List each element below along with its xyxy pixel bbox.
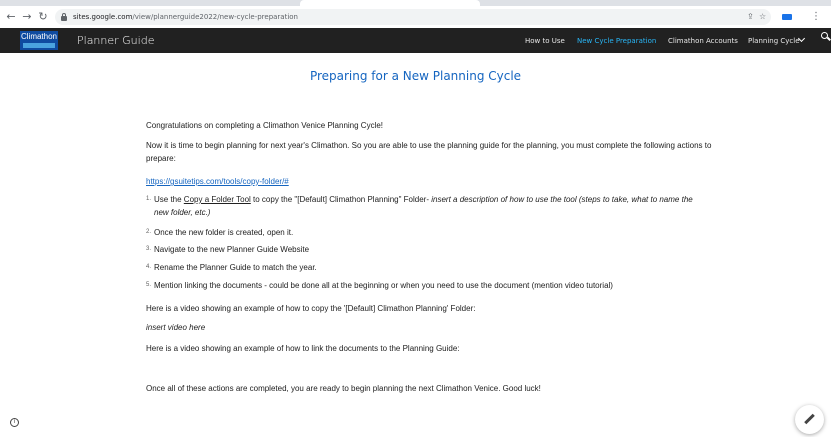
pencil-icon bbox=[804, 413, 815, 425]
paragraph-video-link: Here is a video showing an example of ho… bbox=[146, 344, 460, 353]
info-icon[interactable]: i bbox=[10, 418, 19, 427]
list-item: 1. Use the Copy a Folder Tool to copy th… bbox=[146, 193, 706, 219]
list-text: Mention linking the documents - could be… bbox=[154, 281, 613, 290]
list-text-post: to copy the "[Default] Climathon Plannin… bbox=[250, 195, 432, 204]
logo-text: Climathon bbox=[20, 32, 57, 41]
list-text: Use the Copy a Folder Tool to copy the "… bbox=[154, 193, 706, 219]
list-text-pre: Use the bbox=[154, 195, 184, 204]
logo-strip bbox=[23, 43, 55, 48]
copy-folder-link[interactable]: https://gsuitetips.com/tools/copy-folder… bbox=[146, 177, 289, 186]
paragraph-congrats: Congratulations on completing a Climatho… bbox=[146, 121, 384, 130]
list-text: Rename the Planner Guide to match the ye… bbox=[154, 263, 317, 272]
edit-button[interactable] bbox=[795, 405, 824, 434]
forward-icon[interactable]: → bbox=[20, 9, 34, 25]
page-title: Preparing for a New Planning Cycle bbox=[309, 69, 522, 83]
nav-new-cycle-preparation[interactable]: New Cycle Preparation bbox=[577, 36, 656, 46]
back-icon[interactable]: ← bbox=[4, 9, 18, 25]
site-header: Climathon Planner Guide How to Use New C… bbox=[0, 28, 831, 53]
paragraph-video-copy: Here is a video showing an example of ho… bbox=[146, 304, 476, 313]
paragraph-intro: Now it is time to begin planning for nex… bbox=[146, 141, 712, 163]
paragraph-closing: Once all of these actions are completed,… bbox=[146, 384, 541, 393]
list-text: Once the new folder is created, open it. bbox=[154, 228, 294, 237]
paragraph-link: https://gsuitetips.com/tools/copy-folder… bbox=[146, 175, 716, 188]
url-path: /view/plannerguide2022/new-cycle-prepara… bbox=[132, 13, 298, 21]
url-text[interactable]: sites.google.com/view/plannerguide2022/n… bbox=[73, 11, 298, 23]
extension-icon[interactable] bbox=[782, 14, 792, 20]
share-icon[interactable]: ⇪ bbox=[747, 11, 754, 23]
search-icon[interactable] bbox=[821, 32, 831, 41]
site-logo[interactable]: Climathon bbox=[20, 31, 58, 50]
toolbar: ← → ↻ sites.google.com/view/plannerguide… bbox=[0, 6, 831, 28]
address-bar[interactable]: sites.google.com/view/plannerguide2022/n… bbox=[55, 9, 771, 25]
star-icon[interactable]: ☆ bbox=[759, 11, 766, 23]
copy-folder-tool-link[interactable]: Copy a Folder Tool bbox=[184, 195, 251, 204]
nav-planning-cycle[interactable]: Planning Cycle bbox=[748, 36, 800, 46]
lock-icon bbox=[61, 13, 67, 21]
browser-toolbar: ← → ↻ sites.google.com/view/plannerguide… bbox=[0, 0, 831, 28]
more-menu-icon[interactable]: ⋮ bbox=[804, 9, 828, 25]
nav-climathon-accounts[interactable]: Climathon Accounts bbox=[668, 36, 738, 46]
list-text: Navigate to the new Planner Guide Websit… bbox=[154, 245, 310, 254]
nav-how-to-use[interactable]: How to Use bbox=[525, 36, 565, 46]
url-host: sites.google.com bbox=[73, 13, 133, 21]
paragraph-video-placeholder: insert video here bbox=[146, 323, 206, 332]
site-title[interactable]: Planner Guide bbox=[77, 33, 154, 48]
reload-icon[interactable]: ↻ bbox=[36, 9, 50, 25]
